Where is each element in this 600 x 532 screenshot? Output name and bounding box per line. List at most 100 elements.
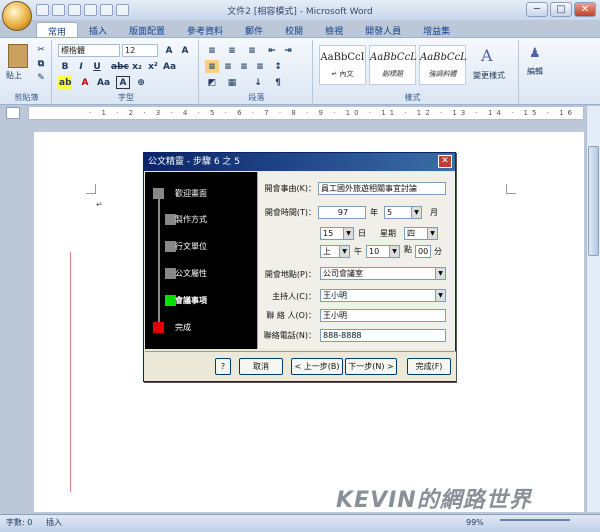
superscript-icon[interactable]: x² — [146, 60, 160, 73]
month-unit: 月 — [430, 208, 438, 217]
italic-icon[interactable]: I — [74, 60, 88, 73]
decrease-indent-icon[interactable]: ⇤ — [265, 44, 279, 57]
prev-button[interactable]: < 上一步(B) — [291, 358, 343, 375]
increase-indent-icon[interactable]: ⇥ — [281, 44, 295, 57]
dialog-close-button[interactable]: ✕ — [438, 155, 452, 168]
editing-button[interactable]: 編輯 — [527, 66, 543, 77]
align-right-icon[interactable]: ≡ — [237, 60, 251, 73]
line-spacing-icon[interactable]: ↕ — [271, 60, 285, 73]
next-button[interactable]: 下一步(N) > — [345, 358, 397, 375]
status-bar: 字數: 0 插入 99% — [0, 514, 600, 532]
enclose-char-icon[interactable]: ⊕ — [134, 76, 148, 89]
place-dropdown-arrow[interactable]: ▼ — [435, 268, 445, 279]
paste-icon[interactable] — [8, 44, 28, 68]
horizontal-ruler[interactable]: · 1 · 2 · 3 · 4 · 5 · 6 · 7 · 8 · 9 · 10… — [28, 106, 584, 120]
underline-icon[interactable]: U — [90, 60, 104, 73]
paste-button[interactable]: 貼上 — [6, 70, 22, 81]
step-meeting[interactable]: 會議事項 — [175, 295, 207, 306]
change-styles-icon[interactable]: A — [481, 46, 493, 65]
step-welcome[interactable]: 歡迎畫面 — [175, 188, 207, 199]
close-button[interactable]: ✕ — [574, 2, 596, 17]
print-preview-icon[interactable] — [116, 4, 129, 16]
bold-icon[interactable]: B — [58, 60, 72, 73]
bullets-icon[interactable]: ≡ — [205, 44, 219, 57]
phone-input[interactable]: 888-8888 — [320, 329, 446, 342]
step-attributes[interactable]: 公文屬性 — [175, 268, 207, 279]
undo-icon[interactable] — [52, 4, 65, 16]
multilevel-icon[interactable]: ≡ — [245, 44, 259, 57]
style-normal-label: ↵ 內文 — [331, 70, 354, 78]
zoom-level[interactable]: 99% — [466, 515, 484, 531]
weekday-select[interactable]: 四 ▼ — [404, 227, 438, 240]
paragraph-mark: ↵ — [96, 200, 103, 209]
justify-icon[interactable]: ≡ — [253, 60, 267, 73]
subject-label: 開會事由(K)： — [264, 184, 317, 193]
clipboard-group: 貼上 ✂ ⧉ ✎ 剪貼簿 — [2, 40, 52, 104]
font-size-select[interactable]: 12 — [122, 44, 158, 57]
vertical-scrollbar[interactable] — [586, 106, 600, 512]
subject-input[interactable]: 員工國外旅遊相關事宜討論 — [318, 182, 446, 195]
style-subtitle[interactable]: AaBbCcL 副標題 — [369, 45, 417, 85]
font-size-aa-icon[interactable]: Aa — [96, 76, 110, 89]
help-button[interactable]: ? — [215, 358, 231, 375]
highlight-icon[interactable]: ab — [58, 76, 72, 89]
hour-unit: 點 — [404, 245, 412, 254]
hour-select[interactable]: 10 ▼ — [366, 245, 400, 258]
step-finish[interactable]: 完成 — [175, 322, 191, 333]
zoom-slider[interactable] — [500, 519, 570, 521]
contact-input[interactable]: 王小明 — [320, 309, 446, 322]
cut-icon[interactable]: ✂ — [34, 43, 48, 56]
format-painter-icon[interactable]: ✎ — [34, 71, 48, 84]
open-icon[interactable] — [100, 4, 113, 16]
new-doc-icon[interactable] — [84, 4, 97, 16]
scroll-thumb[interactable] — [588, 146, 599, 256]
month-select[interactable]: 5 ▼ — [384, 206, 422, 219]
year-input[interactable]: 97 — [318, 206, 366, 219]
finish-button[interactable]: 完成(F) — [407, 358, 451, 375]
place-select[interactable]: 公司會議室 ▼ — [320, 267, 446, 280]
find-icon[interactable]: ♟ — [529, 46, 541, 61]
char-border-icon[interactable]: A — [116, 76, 130, 89]
font-name-select[interactable]: 標楷體 — [58, 44, 120, 57]
style-emphasis[interactable]: AaBbCcL 強調斜體 — [419, 45, 467, 85]
minute-input[interactable]: 00 — [415, 245, 431, 258]
step-unit[interactable]: 行文單位 — [175, 241, 207, 252]
redo-icon[interactable] — [68, 4, 81, 16]
day-dropdown-arrow[interactable]: ▼ — [343, 228, 353, 239]
change-styles-button[interactable]: 變更樣式 — [473, 70, 505, 81]
show-marks-icon[interactable]: ¶ — [271, 76, 285, 89]
cancel-button[interactable]: 取消 — [239, 358, 283, 375]
strikethrough-icon[interactable]: abc — [110, 60, 129, 73]
office-button[interactable] — [2, 1, 32, 31]
subscript-icon[interactable]: x₂ — [130, 60, 144, 73]
align-center-icon[interactable]: ≡ — [221, 60, 235, 73]
numbering-icon[interactable]: ≡ — [225, 44, 239, 57]
maximize-button[interactable]: □ — [550, 2, 572, 17]
host-dropdown-arrow[interactable]: ▼ — [435, 290, 445, 301]
weekday-dropdown-arrow[interactable]: ▼ — [427, 228, 437, 239]
font-color-icon[interactable]: A — [78, 76, 92, 89]
sort-icon[interactable]: ↓ — [251, 76, 265, 89]
insert-mode[interactable]: 插入 — [46, 515, 62, 531]
month-dropdown-arrow[interactable]: ▼ — [411, 207, 421, 218]
word-count[interactable]: 字數: 0 — [6, 515, 32, 531]
host-select[interactable]: 王小明 ▼ — [320, 289, 446, 302]
style-normal[interactable]: AaBbCcI ↵ 內文 — [319, 45, 366, 85]
steps-connector — [158, 188, 160, 328]
day-select[interactable]: 15 ▼ — [320, 227, 354, 240]
minimize-button[interactable]: ─ — [526, 2, 548, 17]
save-icon[interactable] — [36, 4, 49, 16]
ampm-dropdown-arrow[interactable]: ▼ — [339, 246, 349, 257]
align-left-icon[interactable]: ≡ — [205, 60, 219, 73]
borders-icon[interactable]: ▦ — [225, 76, 239, 89]
hour-dropdown-arrow[interactable]: ▼ — [389, 246, 399, 257]
ruler-toggle[interactable] — [6, 107, 20, 119]
shading-icon[interactable]: ◩ — [205, 76, 219, 89]
copy-icon[interactable]: ⧉ — [34, 57, 48, 70]
style-subtitle-preview: AaBbCcL — [370, 52, 417, 63]
ampm-select[interactable]: 上 ▼ — [320, 245, 350, 258]
shrink-font-icon[interactable]: A — [178, 44, 192, 57]
change-case-icon[interactable]: Aa — [162, 60, 176, 73]
grow-font-icon[interactable]: A — [162, 44, 176, 57]
step-method[interactable]: 製作方式 — [175, 214, 207, 225]
